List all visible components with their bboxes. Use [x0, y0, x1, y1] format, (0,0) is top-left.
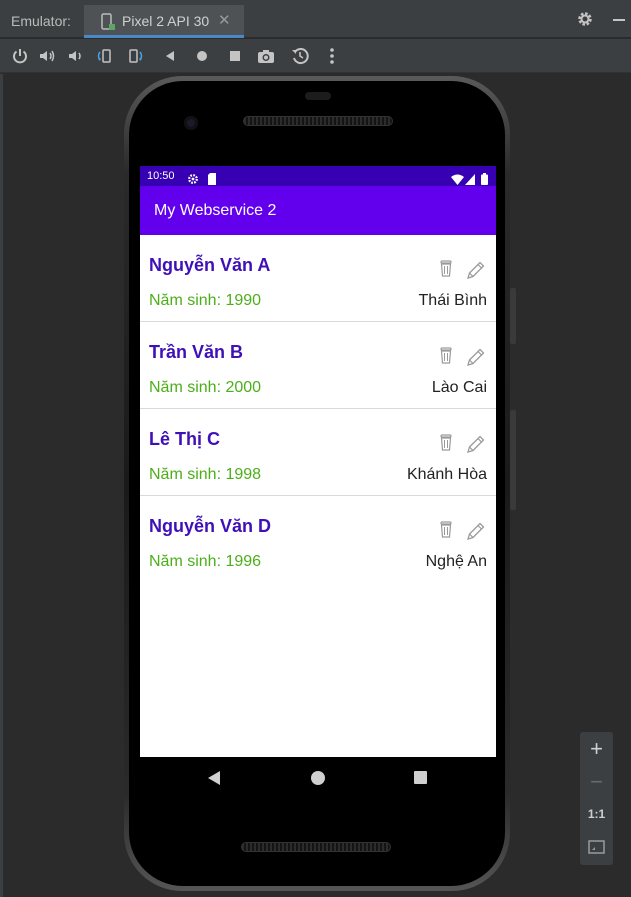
back-icon[interactable]	[161, 47, 179, 65]
edit-icon[interactable]	[465, 346, 487, 368]
minimize-icon[interactable]	[613, 19, 625, 21]
edit-icon[interactable]	[465, 433, 487, 455]
person-name: Lê Thị C	[149, 429, 220, 449]
person-birth-year: Năm sinh: 1990	[149, 292, 262, 309]
person-name: Trần Văn B	[149, 342, 244, 362]
device-screen[interactable]: 10:50 My Webservice 2 Nguyễn Văn A Năm s…	[140, 166, 496, 757]
rotate-left-icon[interactable]	[95, 47, 113, 65]
person-birth-year: Năm sinh: 2000	[149, 379, 262, 396]
power-icon[interactable]	[11, 47, 29, 65]
person-list: Nguyễn Văn A Năm sinh: 1990 Thái Bình Tr…	[140, 235, 496, 583]
person-hometown: Thái Bình	[418, 292, 487, 309]
person-birth-year: Năm sinh: 1998	[149, 466, 262, 483]
actual-size-button[interactable]: 1:1	[580, 798, 613, 831]
home-icon[interactable]	[193, 47, 211, 65]
person-name: Nguyễn Văn A	[149, 255, 271, 275]
phone-volume-button[interactable]	[510, 410, 516, 510]
zoom-controls: + − 1:1	[580, 732, 613, 865]
delete-icon[interactable]	[438, 259, 454, 279]
nav-home-icon[interactable]	[311, 771, 325, 785]
emulator-tool-window-header: Emulator: Pixel 2 API 30 ✕	[0, 0, 631, 38]
person-birth-year: Năm sinh: 1996	[149, 553, 262, 570]
zoom-in-button[interactable]: +	[580, 732, 613, 765]
close-tab-icon[interactable]: ✕	[218, 11, 231, 29]
app-title: My Webservice 2	[154, 202, 277, 219]
tool-window-label: Emulator:	[11, 13, 71, 29]
gear-icon[interactable]	[576, 10, 594, 32]
person-name: Nguyễn Văn D	[149, 516, 272, 536]
device-icon	[100, 13, 116, 35]
person-hometown: Khánh Hòa	[406, 466, 487, 483]
emulator-toolbar	[0, 39, 631, 73]
rotate-right-icon[interactable]	[127, 47, 145, 65]
snapshot-icon[interactable]	[291, 47, 309, 65]
front-camera-icon	[184, 116, 198, 130]
delete-icon[interactable]	[438, 346, 454, 366]
nav-recents-icon[interactable]	[414, 771, 427, 784]
volume-up-icon[interactable]	[38, 47, 56, 65]
delete-icon[interactable]	[438, 433, 454, 453]
android-nav-bar	[140, 757, 496, 799]
left-gutter	[0, 74, 3, 897]
device-tab-label: Pixel 2 API 30	[122, 13, 210, 29]
edit-icon[interactable]	[465, 259, 487, 281]
earpiece	[305, 92, 331, 100]
person-hometown: Lào Cai	[431, 379, 487, 396]
delete-icon[interactable]	[438, 520, 454, 540]
volume-down-icon[interactable]	[66, 47, 84, 65]
top-speaker-grille	[243, 116, 393, 126]
overview-icon[interactable]	[226, 47, 244, 65]
app-bar: My Webservice 2	[140, 186, 496, 235]
more-icon[interactable]	[323, 47, 341, 65]
bottom-speaker-grille	[241, 842, 391, 852]
device-tab[interactable]: Pixel 2 API 30 ✕	[84, 5, 244, 38]
status-time: 10:50	[147, 170, 175, 182]
phone-power-button[interactable]	[510, 288, 516, 344]
screenshot-icon[interactable]	[257, 47, 275, 65]
list-item[interactable]: Trần Văn B Năm sinh: 2000 Lào Cai	[140, 322, 496, 409]
nav-back-icon[interactable]	[208, 771, 220, 785]
person-hometown: Nghệ An	[425, 553, 487, 570]
edit-icon[interactable]	[465, 520, 487, 542]
list-item[interactable]: Lê Thị C Năm sinh: 1998 Khánh Hòa	[140, 409, 496, 496]
zoom-out-button[interactable]: −	[580, 765, 613, 798]
list-item[interactable]: Nguyễn Văn D Năm sinh: 1996 Nghệ An	[140, 496, 496, 583]
list-item[interactable]: Nguyễn Văn A Năm sinh: 1990 Thái Bình	[140, 235, 496, 322]
fit-screen-icon[interactable]	[580, 831, 613, 864]
android-status-bar: 10:50	[140, 166, 496, 186]
